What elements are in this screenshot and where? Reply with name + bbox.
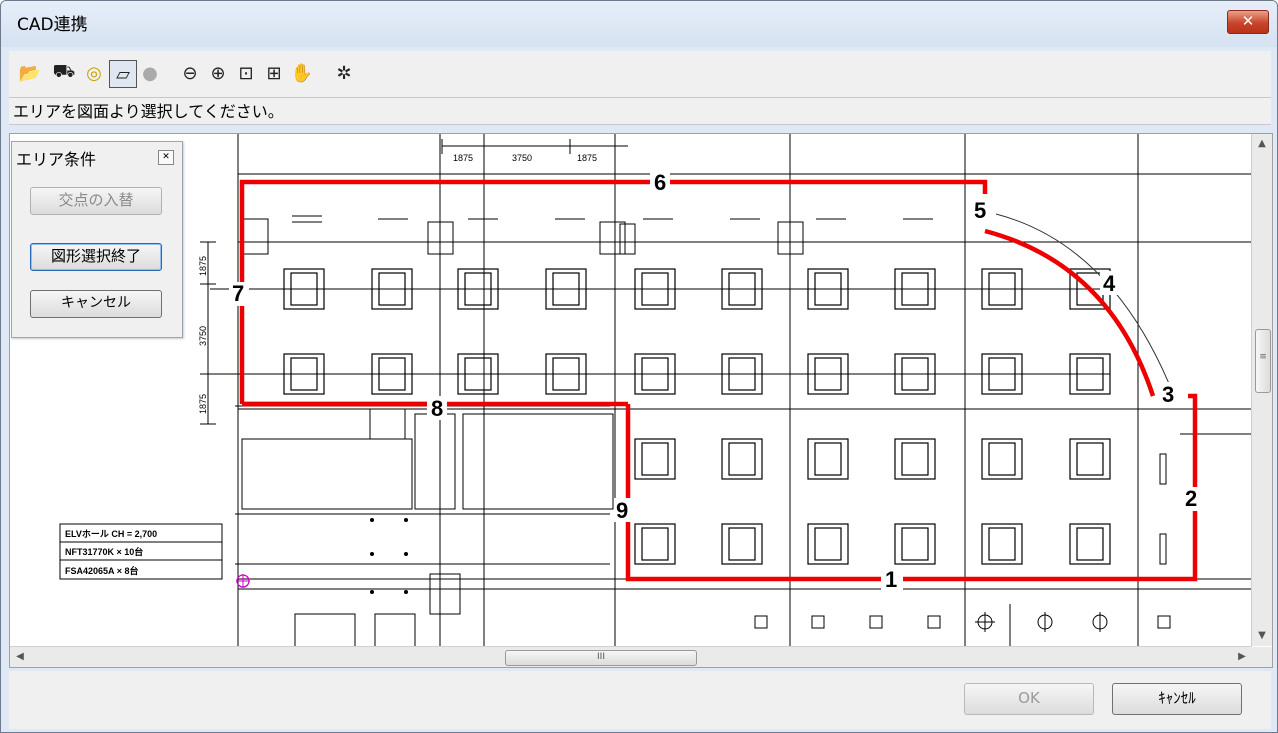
vertex-label-4: 4 <box>1103 271 1116 296</box>
vertex-label-9: 9 <box>616 498 628 523</box>
horizontal-scroll-thumb[interactable]: III <box>505 650 697 666</box>
zoom-window-icon[interactable]: ⊡ <box>233 60 259 86</box>
vertex-label-1: 1 <box>885 567 897 592</box>
vthumb-grip: ≡ <box>1259 352 1267 362</box>
column-outer <box>721 523 763 565</box>
title-bar: CAD連携 ✕ <box>1 1 1277 47</box>
column-inner <box>641 527 669 561</box>
zoom-out-icon[interactable]: ⊖ <box>177 60 203 86</box>
scroll-up-icon[interactable]: ▲ <box>1252 134 1272 154</box>
close-button[interactable]: ✕ <box>1227 10 1269 34</box>
zoom-fit-icon[interactable]: ⊞ <box>261 60 287 86</box>
column-inner <box>1076 527 1104 561</box>
column-inner <box>901 527 929 561</box>
scroll-right-icon[interactable]: ▶ <box>1232 647 1252 667</box>
cad-drawing[interactable]: 1875 3750 1875 1875 3750 1875 ELVホール CH … <box>10 134 1252 646</box>
dim-left-1: 1875 <box>198 256 208 276</box>
panel-title: エリア条件 <box>16 150 97 169</box>
status-message: エリアを図面より選択してください。 <box>9 97 1271 125</box>
column-inner <box>728 527 756 561</box>
target-icon[interactable]: ◎ <box>81 60 107 86</box>
toolbar: 📂 ⛟ ◎ ▱ ● ⊖ ⊕ ⊡ ⊞ ✋ ✲ <box>9 51 1271 97</box>
legend-line-2: NFT31770K × 10台 <box>65 546 143 557</box>
legend-line-3: FSA42065A × 8台 <box>65 565 138 576</box>
vertical-scroll-thumb[interactable]: ≡ <box>1255 329 1271 393</box>
column-inner <box>814 527 842 561</box>
scroll-left-icon[interactable]: ◀ <box>10 647 30 667</box>
legend-line-1: ELVホール CH = 2,700 <box>65 529 157 539</box>
dim-left-3: 1875 <box>198 394 208 414</box>
vertical-scrollbar[interactable]: ▲ ≡ ▼ <box>1251 134 1272 646</box>
column-inner <box>988 527 1016 561</box>
dim-left-2: 3750 <box>198 326 208 346</box>
ok-button[interactable]: OK <box>964 683 1094 715</box>
column-inner <box>901 442 929 476</box>
scroll-down-icon[interactable]: ▼ <box>1252 626 1272 646</box>
open-folder-icon[interactable]: 📂 <box>17 60 43 86</box>
column-outer <box>981 438 1023 480</box>
column-outer <box>1069 438 1111 480</box>
column-outer <box>807 438 849 480</box>
vertex-label-7: 7 <box>232 281 244 306</box>
column-outer <box>981 523 1023 565</box>
swap-intersection-button[interactable]: 交点の入替 <box>30 187 162 215</box>
column-outer <box>894 438 936 480</box>
pan-hand-icon[interactable]: ✋ <box>289 60 315 86</box>
finish-shape-selection-button[interactable]: 図形選択終了 <box>30 243 162 271</box>
column-inner <box>988 442 1016 476</box>
vertex-label-5: 5 <box>974 198 986 223</box>
cad-canvas[interactable]: 1875 3750 1875 1875 3750 1875 ELVホール CH … <box>9 133 1273 668</box>
area-condition-panel: エリア条件 ✕ 交点の入替 図形選択終了 キャンセル <box>11 141 183 338</box>
horizontal-scrollbar[interactable]: ◀ III ▶ <box>10 646 1252 667</box>
column-outer <box>634 523 676 565</box>
column-inner <box>1076 442 1104 476</box>
dim-top-1: 1875 <box>453 153 473 163</box>
column-outer <box>634 438 676 480</box>
dim-top-2: 3750 <box>512 153 532 163</box>
column-inner <box>814 442 842 476</box>
column-inner <box>641 442 669 476</box>
column-outer <box>894 523 936 565</box>
dim-top-3: 1875 <box>577 153 597 163</box>
bulb-icon[interactable]: ● <box>137 60 163 86</box>
column-outer <box>721 438 763 480</box>
vertex-label-3: 3 <box>1162 382 1174 407</box>
scroll-corner <box>1252 647 1272 667</box>
panel-close-icon[interactable]: ✕ <box>158 150 174 165</box>
area-select-icon[interactable]: ⛟ <box>51 60 77 86</box>
vertex-label-2: 2 <box>1185 486 1197 511</box>
window-title: CAD連携 <box>17 15 88 35</box>
zoom-in-icon[interactable]: ⊕ <box>205 60 231 86</box>
vertex-label-8: 8 <box>431 396 443 421</box>
settings-gear-icon[interactable]: ✲ <box>331 60 357 86</box>
column-outer <box>807 523 849 565</box>
cancel-button[interactable]: ｷｬﾝｾﾙ <box>1112 683 1242 715</box>
column-outer <box>1069 523 1111 565</box>
cad-link-dialog: CAD連携 ✕ 📂 ⛟ ◎ ▱ ● ⊖ ⊕ ⊡ ⊞ ✋ ✲ エリアを図面より選択… <box>0 0 1278 733</box>
column-inner <box>728 442 756 476</box>
vertex-label-6: 6 <box>654 170 666 195</box>
dialog-footer: OK ｷｬﾝｾﾙ <box>9 671 1271 729</box>
panel-cancel-button[interactable]: キャンセル <box>30 290 162 318</box>
area-frame-icon[interactable]: ▱ <box>109 60 137 88</box>
